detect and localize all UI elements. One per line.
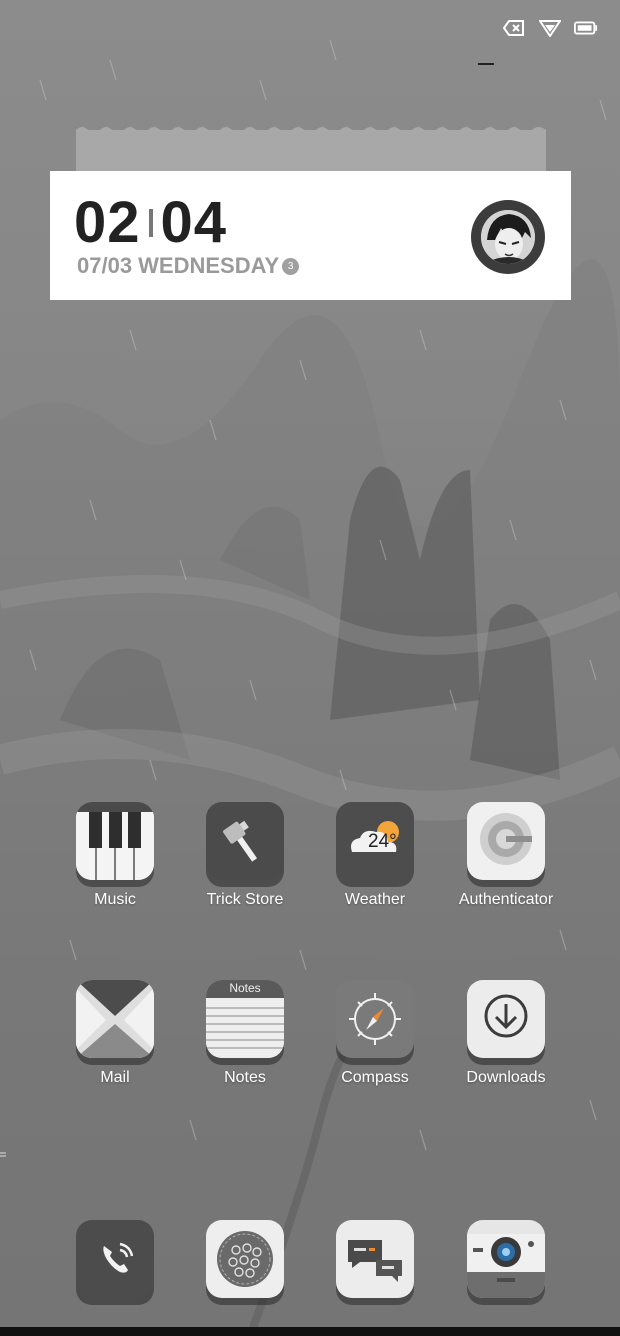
piano-keys-icon [76, 802, 154, 880]
app-label: Authenticator [458, 891, 554, 908]
app-downloads[interactable]: Downloads [446, 980, 566, 1087]
app-compass[interactable]: Compass [315, 980, 435, 1087]
dock-messages[interactable] [315, 1220, 435, 1298]
clock-time: 02 04 [74, 193, 227, 253]
notes-header: Notes [229, 981, 261, 995]
date-text: 07/03 WEDNESDAY [77, 253, 280, 278]
dock-stars[interactable] [185, 1220, 305, 1298]
hammer-icon [206, 802, 284, 880]
app-trick-store[interactable]: Trick Store [185, 802, 305, 909]
navigation-bar [0, 1327, 620, 1336]
camera-icon [467, 1220, 545, 1298]
widget-tab [76, 127, 546, 174]
app-label: Trick Store [206, 891, 284, 908]
notepad-icon: Notes [206, 980, 284, 1058]
stars-badge-icon [206, 1220, 284, 1298]
app-label: Mail [100, 1069, 130, 1086]
dock-camera[interactable] [446, 1220, 566, 1298]
status-bar [502, 18, 598, 38]
avatar[interactable] [471, 200, 545, 274]
no-sim-icon [502, 18, 526, 38]
status-indicator-dash [478, 63, 494, 65]
phone-icon [76, 1220, 154, 1298]
date-badge: 3 [282, 257, 300, 275]
app-label: Weather [344, 891, 406, 908]
download-arrow-icon [467, 980, 545, 1058]
clock-date: 07/03 WEDNESDAY 3 [77, 253, 300, 279]
app-weather[interactable]: 24° Weather [315, 802, 435, 909]
app-label: Downloads [466, 1069, 546, 1086]
compass-icon [336, 980, 414, 1058]
app-mail[interactable]: Mail [55, 980, 175, 1087]
app-label: Compass [341, 1069, 409, 1086]
clock-hour: 02 [74, 190, 141, 255]
google-authenticator-icon [467, 802, 545, 880]
app-label: Music [94, 891, 136, 908]
app-authenticator[interactable]: Authenticator [446, 802, 566, 909]
clock-minute: 04 [160, 190, 228, 255]
app-notes[interactable]: Notes Notes [185, 980, 305, 1087]
drawer-handle[interactable] [0, 1146, 6, 1157]
clock-separator [148, 209, 153, 237]
envelope-icon [76, 980, 154, 1058]
weather-temp: 24° [368, 831, 397, 852]
wifi-icon [538, 18, 562, 38]
app-music[interactable]: Music [55, 802, 175, 909]
chat-bubbles-icon [336, 1220, 414, 1298]
avatar-image [481, 210, 535, 264]
battery-icon [574, 18, 598, 38]
cloud-sun-icon: 24° [336, 802, 414, 880]
app-label: Notes [224, 1069, 266, 1086]
dock-phone[interactable] [55, 1220, 175, 1298]
clock-widget[interactable]: 02 04 07/03 WEDNESDAY 3 [50, 171, 571, 300]
